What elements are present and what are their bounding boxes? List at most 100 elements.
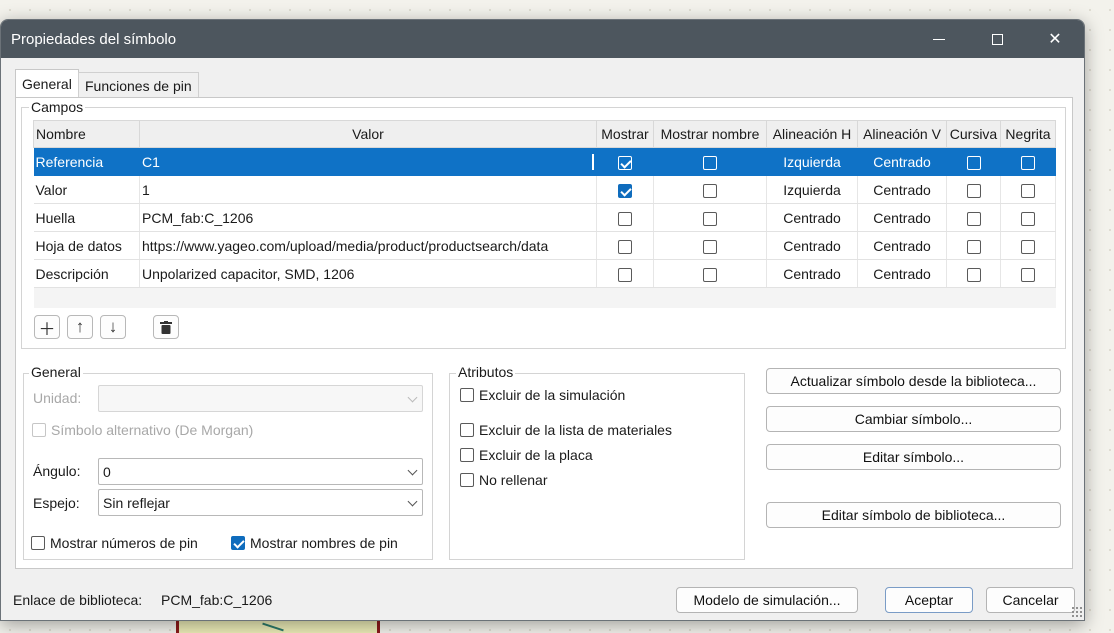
checkbox-box[interactable] bbox=[703, 211, 717, 226]
ok-button[interactable]: Aceptar bbox=[885, 587, 973, 613]
checkbox-box[interactable] bbox=[1021, 183, 1035, 198]
field-show-cell[interactable] bbox=[596, 175, 654, 204]
field-show-name-cell[interactable] bbox=[653, 175, 767, 204]
checkbox-box[interactable] bbox=[703, 267, 717, 282]
col-header-name[interactable]: Nombre bbox=[33, 120, 140, 148]
checkbox-box[interactable] bbox=[703, 239, 717, 254]
edit-library-symbol-button[interactable]: Editar símbolo de biblioteca... bbox=[766, 502, 1061, 528]
field-h-align-cell[interactable]: Centrado bbox=[766, 203, 858, 232]
field-name-cell[interactable]: Valor bbox=[33, 175, 140, 204]
checkbox-box[interactable] bbox=[966, 155, 981, 170]
col-header-show[interactable]: Mostrar bbox=[596, 120, 654, 148]
field-bold-cell[interactable] bbox=[1000, 175, 1056, 204]
col-header-bold[interactable]: Negrita bbox=[1000, 120, 1056, 148]
checkbox-box[interactable] bbox=[703, 155, 717, 170]
move-up-button[interactable]: ↑ bbox=[67, 315, 93, 339]
tab-general[interactable]: General bbox=[15, 69, 79, 98]
unit-select[interactable] bbox=[98, 385, 423, 412]
field-v-align-cell[interactable]: Centrado bbox=[857, 231, 947, 260]
checkbox-box[interactable] bbox=[966, 211, 981, 226]
field-show-cell[interactable] bbox=[596, 147, 654, 176]
field-h-align-cell[interactable]: Izquierda bbox=[766, 147, 858, 176]
field-bold-cell[interactable] bbox=[1000, 259, 1056, 288]
show-pin-names-checkbox[interactable]: Mostrar nombres de pin bbox=[231, 535, 398, 551]
field-show-cell[interactable] bbox=[596, 259, 654, 288]
field-v-align-cell[interactable]: Centrado bbox=[857, 203, 947, 232]
field-h-align-cell[interactable]: Centrado bbox=[766, 259, 858, 288]
field-value-cell[interactable]: PCM_fab:C_1206 bbox=[139, 203, 597, 232]
checkbox-box[interactable] bbox=[1021, 155, 1035, 170]
demorgan-checkbox[interactable]: Símbolo alternativo (De Morgan) bbox=[32, 422, 253, 438]
field-h-align-cell[interactable]: Izquierda bbox=[766, 175, 858, 204]
field-row[interactable]: Valor 1 Izquierda Centrado bbox=[33, 175, 1056, 204]
field-italic-cell[interactable] bbox=[946, 259, 1001, 288]
field-bold-cell[interactable] bbox=[1000, 147, 1056, 176]
field-show-cell[interactable] bbox=[596, 203, 654, 232]
field-name-cell[interactable]: Huella bbox=[33, 203, 140, 232]
col-header-v-align[interactable]: Alineación V bbox=[857, 120, 947, 148]
col-header-value[interactable]: Valor bbox=[139, 120, 597, 148]
field-value-cell[interactable]: https://www.yageo.com/upload/media/produ… bbox=[139, 231, 597, 260]
exclude-board-checkbox[interactable]: Excluir de la placa bbox=[460, 447, 593, 463]
checkbox-box[interactable] bbox=[1021, 211, 1035, 226]
field-value-cell[interactable]: Unpolarized capacitor, SMD, 1206 bbox=[139, 259, 597, 288]
field-row[interactable]: Referencia C1 Izquierda Centrado bbox=[33, 147, 1056, 176]
mirror-select[interactable]: Sin reflejar bbox=[98, 489, 423, 516]
field-show-name-cell[interactable] bbox=[653, 231, 767, 260]
show-pin-numbers-checkbox[interactable]: Mostrar números de pin bbox=[31, 535, 198, 551]
checkbox-box[interactable] bbox=[966, 239, 981, 254]
field-show-name-cell[interactable] bbox=[653, 203, 767, 232]
field-row[interactable]: Huella PCM_fab:C_1206 Centrado Centrado bbox=[33, 203, 1056, 232]
do-not-populate-checkbox[interactable]: No rellenar bbox=[460, 472, 547, 488]
field-italic-cell[interactable] bbox=[946, 147, 1001, 176]
add-field-button[interactable]: ＋ bbox=[34, 315, 60, 339]
col-header-show-name[interactable]: Mostrar nombre bbox=[653, 120, 767, 148]
tab-pin-functions[interactable]: Funciones de pin bbox=[78, 72, 199, 99]
checkbox-box[interactable] bbox=[703, 183, 717, 198]
maximize-button[interactable] bbox=[968, 20, 1026, 58]
field-show-name-cell[interactable] bbox=[653, 259, 767, 288]
field-italic-cell[interactable] bbox=[946, 231, 1001, 260]
edit-symbol-button[interactable]: Editar símbolo... bbox=[766, 444, 1061, 470]
field-show-name-cell[interactable] bbox=[653, 147, 767, 176]
field-italic-cell[interactable] bbox=[946, 203, 1001, 232]
field-v-align-cell[interactable]: Centrado bbox=[857, 259, 947, 288]
field-h-align-cell[interactable]: Centrado bbox=[766, 231, 858, 260]
simulation-model-button[interactable]: Modelo de simulación... bbox=[676, 587, 858, 613]
field-row[interactable]: Hoja de datos https://www.yageo.com/uploa… bbox=[33, 231, 1056, 260]
field-show-cell[interactable] bbox=[596, 231, 654, 260]
field-value-cell[interactable]: 1 bbox=[139, 175, 597, 204]
field-name-cell[interactable]: Hoja de datos bbox=[33, 231, 140, 260]
field-italic-cell[interactable] bbox=[946, 175, 1001, 204]
move-down-button[interactable]: ↓ bbox=[100, 315, 126, 339]
minimize-button[interactable] bbox=[910, 20, 968, 58]
cancel-button[interactable]: Cancelar bbox=[986, 587, 1075, 613]
resize-grip-icon[interactable] bbox=[1071, 606, 1083, 618]
checkbox-box[interactable] bbox=[618, 239, 632, 254]
checkbox-box[interactable] bbox=[966, 267, 981, 282]
col-header-italic[interactable]: Cursiva bbox=[946, 120, 1001, 148]
update-from-library-button[interactable]: Actualizar símbolo desde la biblioteca..… bbox=[766, 368, 1061, 394]
checkbox-box[interactable] bbox=[1021, 267, 1035, 282]
field-v-align-cell[interactable]: Centrado bbox=[857, 147, 947, 176]
checkbox-box[interactable] bbox=[966, 183, 981, 198]
field-v-align-cell[interactable]: Centrado bbox=[857, 175, 947, 204]
close-button[interactable]: ✕ bbox=[1026, 20, 1084, 58]
checkbox-box[interactable] bbox=[618, 211, 632, 226]
field-row[interactable]: Descripción Unpolarized capacitor, SMD, 1… bbox=[33, 259, 1056, 288]
exclude-simulation-checkbox[interactable]: Excluir de la simulación bbox=[460, 387, 625, 403]
field-bold-cell[interactable] bbox=[1000, 231, 1056, 260]
col-header-h-align[interactable]: Alineación H bbox=[766, 120, 858, 148]
field-value-cell[interactable]: C1 bbox=[139, 147, 597, 176]
exclude-bom-checkbox[interactable]: Excluir de la lista de materiales bbox=[460, 422, 672, 438]
field-name-cell[interactable]: Descripción bbox=[33, 259, 140, 288]
field-name-cell[interactable]: Referencia bbox=[33, 147, 140, 176]
checkbox-box[interactable] bbox=[618, 155, 632, 170]
angle-select[interactable]: 0 bbox=[98, 458, 423, 485]
checkbox-box[interactable] bbox=[618, 183, 632, 198]
delete-field-button[interactable] bbox=[153, 315, 179, 339]
checkbox-box[interactable] bbox=[618, 267, 632, 282]
checkbox-box[interactable] bbox=[1021, 239, 1035, 254]
change-symbol-button[interactable]: Cambiar símbolo... bbox=[766, 406, 1061, 432]
field-bold-cell[interactable] bbox=[1000, 203, 1056, 232]
